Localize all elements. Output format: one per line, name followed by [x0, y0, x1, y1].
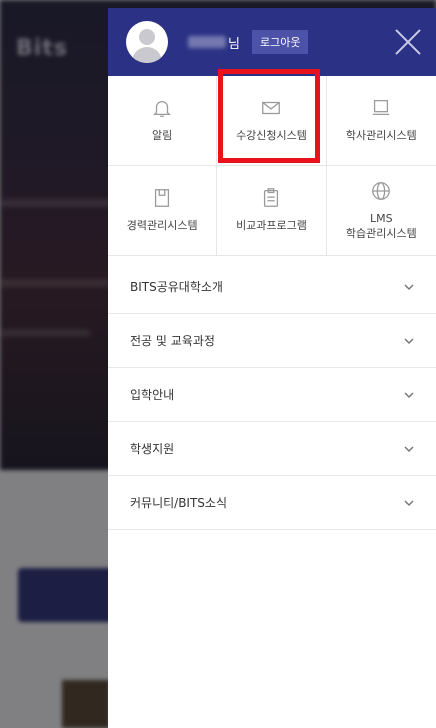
- menu-item-student-support[interactable]: 학생지원: [108, 422, 436, 476]
- menu-item-admission[interactable]: 입학안내: [108, 368, 436, 422]
- menu-item-label: 전공 및 교육과정: [130, 334, 215, 348]
- drawer-header: 님 로그아웃: [108, 8, 436, 76]
- quick-link-academic-system[interactable]: 학사관리시스템: [326, 76, 436, 166]
- logout-button[interactable]: 로그아웃: [251, 30, 309, 54]
- menu-item-about[interactable]: BITS공유대학소개: [108, 260, 436, 314]
- chevron-down-icon: [404, 499, 414, 506]
- quick-link-career-system[interactable]: 경력관리시스템: [108, 166, 218, 256]
- chevron-down-icon: [404, 337, 414, 344]
- menu-item-label: 학생지원: [130, 442, 175, 456]
- chevron-down-icon: [404, 445, 414, 452]
- avatar-body: [132, 47, 162, 63]
- quick-link-label: 알림: [152, 129, 173, 143]
- menu-list: BITS공유대학소개 전공 및 교육과정 입학안내 학생지원 커뮤니티/BITS…: [108, 260, 436, 530]
- chevron-down-icon: [404, 283, 414, 290]
- chevron-down-icon: [404, 391, 414, 398]
- envelope-icon: [262, 101, 281, 115]
- menu-item-community[interactable]: 커뮤니티/BITS소식: [108, 476, 436, 530]
- menu-item-label: 커뮤니티/BITS소식: [130, 496, 228, 510]
- menu-item-label: BITS공유대학소개: [130, 280, 223, 294]
- quick-links-grid: 알림 수강신청시스템 학사관리시스템 경력관리시스템 비교과프로그램 LMS 학…: [108, 76, 436, 256]
- quick-link-label: 수강신청시스템: [236, 129, 307, 143]
- quick-link-label: 비교과프로그램: [236, 219, 307, 233]
- book-icon: [155, 189, 170, 207]
- quick-link-course-registration[interactable]: 수강신청시스템: [217, 76, 327, 166]
- globe-icon: [372, 181, 391, 200]
- menu-item-curriculum[interactable]: 전공 및 교육과정: [108, 314, 436, 368]
- bell-icon: [153, 101, 172, 117]
- user-honorific: 님: [228, 36, 240, 52]
- avatar-head: [139, 29, 155, 45]
- quick-link-label: LMS 학습관리시스템: [345, 211, 417, 240]
- quick-link-label: 경력관리시스템: [126, 219, 198, 233]
- quick-link-label: 학사관리시스템: [345, 129, 417, 143]
- avatar: [126, 21, 168, 63]
- quick-link-notifications[interactable]: 알림: [108, 76, 218, 166]
- menu-item-label: 입학안내: [130, 388, 175, 402]
- quick-link-lms[interactable]: LMS 학습관리시스템: [326, 166, 436, 256]
- quick-link-extracurricular[interactable]: 비교과프로그램: [217, 166, 327, 256]
- side-drawer: 님 로그아웃 알림 수강신청시스템 학사관리시스템 경력관리시스템 비교과프로그…: [108, 8, 436, 728]
- laptop-icon: [373, 100, 390, 116]
- clipboard-icon: [264, 188, 279, 207]
- user-name-redacted: [188, 36, 226, 48]
- close-icon[interactable]: [394, 28, 422, 56]
